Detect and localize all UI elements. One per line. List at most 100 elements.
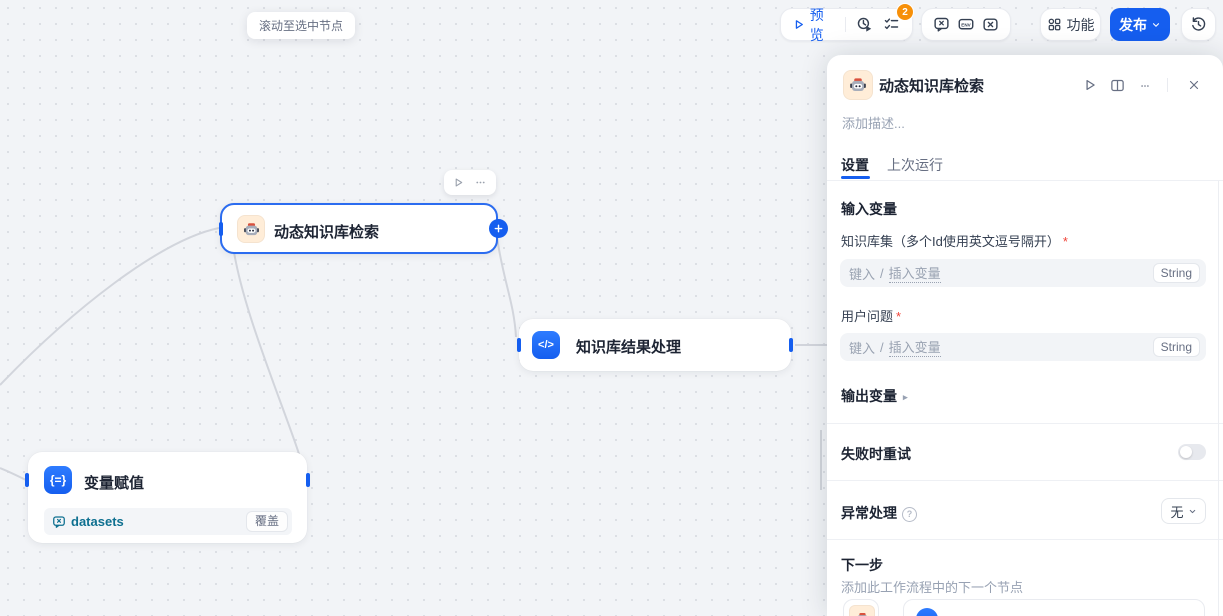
robot-emoji-icon xyxy=(843,70,873,100)
tabs-divider xyxy=(827,180,1223,181)
edge-incoming-left[interactable] xyxy=(0,228,219,385)
error-handling-select[interactable]: 无 xyxy=(1161,498,1206,524)
add-node-plus-button[interactable] xyxy=(489,219,508,238)
tab-active-underline xyxy=(841,176,870,179)
node-dynamic-kb-retrieval[interactable]: 动态知识库检索 xyxy=(220,203,498,254)
required-asterisk: * xyxy=(896,309,901,324)
source-handle[interactable] xyxy=(306,473,310,487)
edge-incoming-assigner[interactable] xyxy=(0,468,26,480)
node-title: 变量赋值 xyxy=(84,472,144,493)
version-history-group xyxy=(1181,8,1216,41)
error-handling-text: 异常处理 xyxy=(841,505,897,521)
blocks-icon xyxy=(1047,17,1062,32)
placeholder-slash: / xyxy=(880,340,884,355)
node-variable-assigner[interactable]: {=} 变量赋值 datasets 覆盖 xyxy=(28,452,307,543)
section-divider xyxy=(827,423,1223,424)
help-icon: ? xyxy=(902,507,917,522)
panel-split-view-button[interactable] xyxy=(1110,78,1125,93)
chevron-down-icon xyxy=(1188,507,1197,516)
next-step-heading: 下一步 xyxy=(841,555,883,575)
env-variable-button[interactable]: ENV xyxy=(957,16,975,33)
description-placeholder[interactable]: 添加描述... xyxy=(842,113,905,132)
tab-settings[interactable]: 设置 xyxy=(841,155,869,175)
node-config-panel: 动态知识库检索 添加描述... 设置 上次运行 输入变量 知识库集（多个Id使用… xyxy=(827,55,1223,616)
node-title: 知识库结果处理 xyxy=(576,336,681,357)
preview-button[interactable]: 预览 xyxy=(793,5,835,45)
placeholder-insert-variable: 插入变量 xyxy=(889,263,941,283)
output-vars-heading: 输出变量 xyxy=(841,388,897,404)
source-handle[interactable] xyxy=(789,338,793,352)
close-icon xyxy=(1187,78,1201,92)
node-kb-result-processor[interactable]: </> 知识库结果处理 xyxy=(519,319,791,371)
panel-scroll-gutter[interactable] xyxy=(1218,181,1219,616)
panel-more-button[interactable] xyxy=(1138,81,1152,91)
workflow-editor: 滚动至选中节点 动态知识库检索 </> 知识库结果处理 {=} 变量赋值 dat… xyxy=(0,0,1223,616)
history-icon xyxy=(1190,16,1207,33)
retry-label: 失败时重试 xyxy=(841,444,911,464)
panel-close-button[interactable] xyxy=(1187,78,1201,92)
output-vars-toggle[interactable]: 输出变量 ▸ xyxy=(841,386,908,406)
user-question-input[interactable]: 键入 / 插入变量 String xyxy=(840,333,1206,361)
panel-run-button[interactable] xyxy=(1083,78,1097,92)
publish-button[interactable]: 发布 xyxy=(1110,8,1170,41)
panel-title: 动态知识库检索 xyxy=(879,75,984,96)
add-next-node-button[interactable] xyxy=(903,599,1205,616)
chat-variable-icon xyxy=(933,16,950,33)
edge-retrieval-to-processor[interactable] xyxy=(497,237,516,337)
variable-name: datasets xyxy=(71,514,124,529)
section-divider xyxy=(827,480,1223,481)
checklist-count-badge: 2 xyxy=(896,3,914,21)
assigned-variable-row[interactable]: datasets 覆盖 xyxy=(44,508,292,535)
node-hover-toolbar xyxy=(444,170,496,195)
placeholder-insert-variable: 插入变量 xyxy=(889,337,941,357)
target-handle[interactable] xyxy=(25,473,29,487)
features-group: 功能 xyxy=(1040,8,1101,41)
global-variable-button[interactable] xyxy=(982,16,999,33)
env-variable-icon: ENV xyxy=(957,16,975,33)
chevron-down-icon xyxy=(1151,20,1161,30)
retry-toggle[interactable] xyxy=(1178,444,1206,460)
field-label-text: 知识库集（多个Id使用英文逗号隔开） xyxy=(841,234,1060,249)
placeholder-type: 键入 xyxy=(849,264,875,283)
target-handle[interactable] xyxy=(517,338,521,352)
error-handling-value: 无 xyxy=(1170,502,1183,521)
split-pane-icon xyxy=(1110,78,1125,93)
play-icon xyxy=(1083,78,1097,92)
more-dots-icon xyxy=(1138,81,1152,91)
required-asterisk: * xyxy=(1063,234,1068,249)
current-node-chip[interactable] xyxy=(843,599,879,616)
checklist-button[interactable] xyxy=(883,16,900,33)
assigner-icon: {=} xyxy=(44,466,72,494)
chat-variable-button[interactable] xyxy=(933,16,950,33)
chat-variable-icon xyxy=(52,515,66,529)
section-divider xyxy=(827,539,1223,540)
clock-play-icon xyxy=(856,16,873,33)
placeholder-slash: / xyxy=(880,266,884,281)
variables-toolbar-group: ENV xyxy=(921,8,1011,41)
svg-text:ENV: ENV xyxy=(961,22,971,27)
type-badge: String xyxy=(1153,337,1200,357)
tab-last-run[interactable]: 上次运行 xyxy=(887,155,943,175)
write-mode-badge: 覆盖 xyxy=(246,511,288,532)
header-divider xyxy=(1167,78,1168,92)
toolbar-divider xyxy=(845,17,846,32)
features-button[interactable]: 功能 xyxy=(1047,15,1095,35)
node-more-icon[interactable] xyxy=(474,177,487,188)
placeholder-type: 键入 xyxy=(849,338,875,357)
input-vars-heading: 输入变量 xyxy=(841,199,897,219)
field-label: 用户问题* xyxy=(841,306,901,325)
field-label-text: 用户问题 xyxy=(841,309,893,324)
target-handle[interactable] xyxy=(219,222,223,236)
node-title: 动态知识库检索 xyxy=(274,221,379,242)
edge-assigner-to-retrieval[interactable] xyxy=(232,238,306,478)
node-run-icon[interactable] xyxy=(453,177,464,188)
version-history-button[interactable] xyxy=(1190,16,1207,33)
kb-ids-input[interactable]: 键入 / 插入变量 String xyxy=(840,259,1206,287)
run-history-button[interactable] xyxy=(856,16,873,33)
robot-emoji-icon xyxy=(237,215,265,243)
code-icon: </> xyxy=(532,331,560,359)
next-step-subtitle: 添加此工作流程中的下一个节点 xyxy=(841,577,1023,596)
error-handling-label: 异常处理? xyxy=(841,503,917,523)
field-label: 知识库集（多个Id使用英文逗号隔开）* xyxy=(841,231,1068,250)
caret-right-icon: ▸ xyxy=(903,392,908,403)
